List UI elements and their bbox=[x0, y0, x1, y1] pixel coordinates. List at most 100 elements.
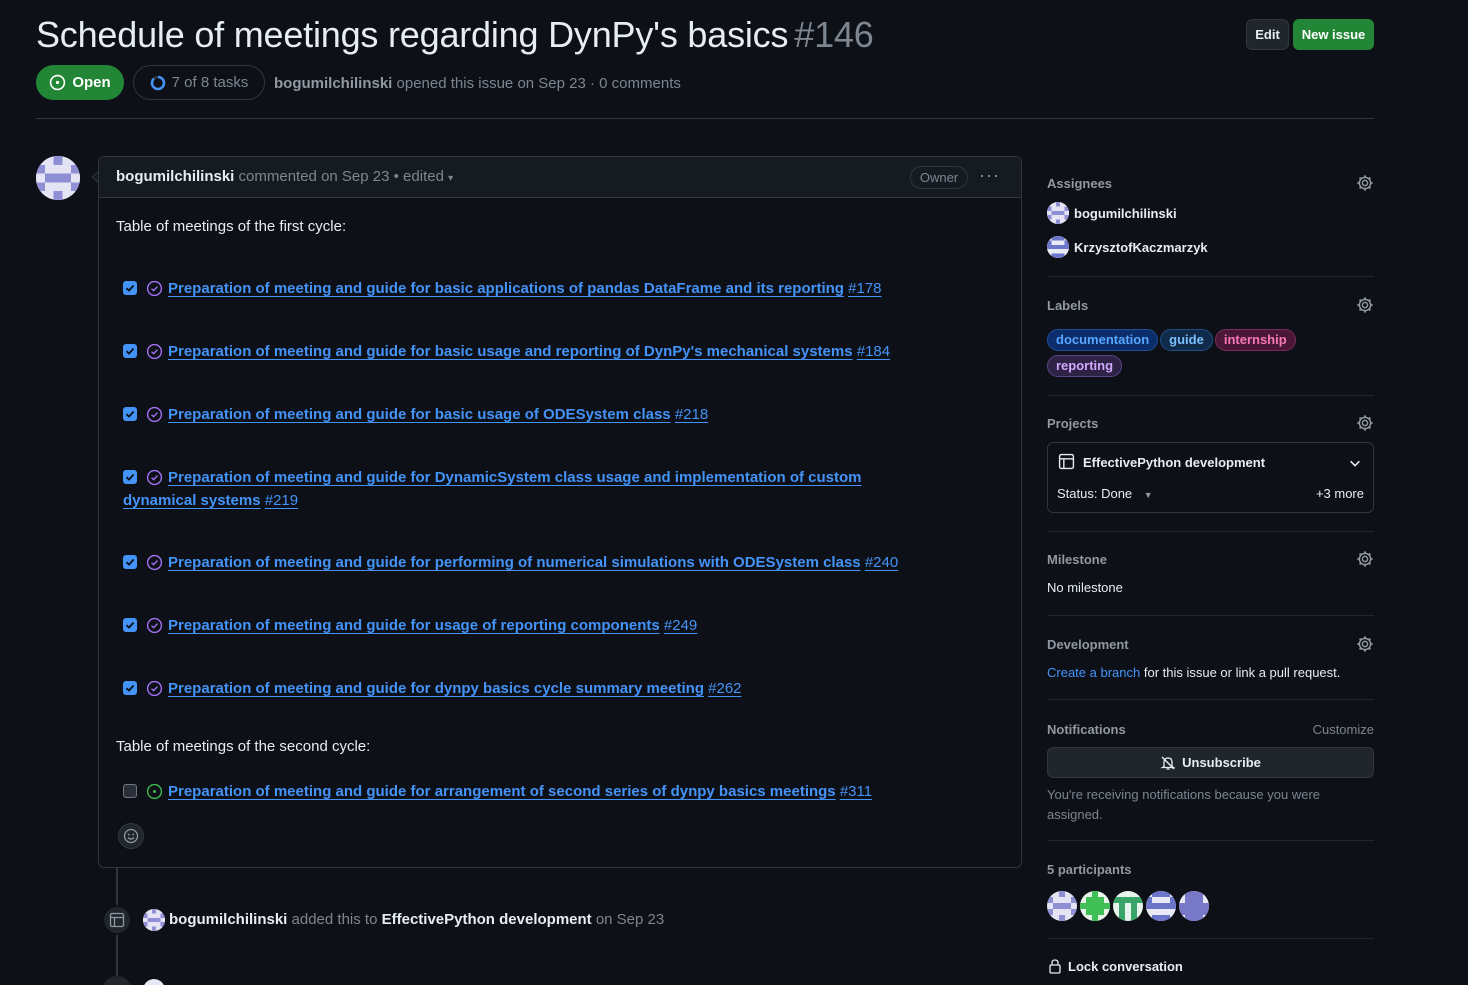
task-ref[interactable]: #218 bbox=[675, 406, 708, 423]
task-ref[interactable]: #240 bbox=[865, 554, 898, 571]
gear-icon[interactable] bbox=[1356, 296, 1374, 314]
state-badge: Open bbox=[36, 65, 124, 100]
task-ref[interactable]: #178 bbox=[848, 280, 881, 297]
development-heading[interactable]: Development bbox=[1047, 637, 1374, 652]
new-issue-button[interactable]: New issue bbox=[1293, 19, 1374, 50]
issue-meta: bogumilchilinski opened this issue on Se… bbox=[274, 75, 681, 92]
assignee-item[interactable]: bogumilchilinski bbox=[1047, 202, 1374, 224]
add-reaction-button[interactable] bbox=[118, 823, 144, 849]
avatar[interactable] bbox=[1179, 891, 1209, 921]
assignees-section: Assignees bogumilchilinski KrzysztofKacz… bbox=[1047, 174, 1374, 258]
task-ref[interactable]: #262 bbox=[708, 680, 741, 697]
comment-header: bogumilchilinski commented on Sep 23 • e… bbox=[99, 157, 1021, 198]
task-ref[interactable]: #219 bbox=[265, 492, 298, 509]
gear-icon[interactable] bbox=[1356, 550, 1374, 568]
label-internship[interactable]: internship bbox=[1214, 329, 1296, 351]
avatar[interactable] bbox=[36, 156, 80, 200]
second-cycle-heading: Table of meetings of the second cycle: bbox=[116, 738, 371, 755]
timeline-project[interactable]: EffectivePython development bbox=[382, 911, 592, 928]
task-link[interactable]: Preparation of meeting and guide for per… bbox=[168, 554, 861, 571]
task-checkbox[interactable] bbox=[123, 407, 137, 421]
issue-open-icon bbox=[146, 783, 163, 800]
edit-button[interactable]: Edit bbox=[1246, 19, 1289, 50]
issue-title: Schedule of meetings regarding DynPy's b… bbox=[36, 14, 874, 56]
assignees-heading[interactable]: Assignees bbox=[1047, 176, 1374, 191]
avatar[interactable] bbox=[1080, 891, 1110, 921]
assignee-item[interactable]: KrzysztofKaczmarzyk bbox=[1047, 236, 1374, 258]
task-checkbox[interactable] bbox=[123, 784, 137, 798]
issue-open-icon bbox=[50, 74, 66, 91]
project-name[interactable]: EffectivePython development bbox=[1083, 455, 1265, 470]
task-item: Preparation of meeting and guide for usa… bbox=[123, 614, 923, 637]
task-checkbox[interactable] bbox=[123, 681, 137, 695]
comment-author-link[interactable]: bogumilchilinski bbox=[116, 168, 234, 185]
issue-author-link[interactable]: bogumilchilinski bbox=[274, 75, 392, 92]
task-ref[interactable]: #249 bbox=[664, 617, 697, 634]
labels-list: documentation guide internship reporting bbox=[1047, 329, 1307, 381]
task-checkbox[interactable] bbox=[123, 344, 137, 358]
issue-number: #146 bbox=[794, 14, 874, 55]
label-documentation[interactable]: documentation bbox=[1047, 329, 1159, 351]
tasks-progress[interactable]: 7 of 8 tasks bbox=[133, 65, 265, 100]
avatar[interactable] bbox=[143, 909, 165, 931]
task-checkbox[interactable] bbox=[123, 618, 137, 632]
status-dropdown-icon: ▼ bbox=[1143, 490, 1153, 500]
task-link[interactable]: Preparation of meeting and guide for Dyn… bbox=[123, 469, 862, 509]
task-ref[interactable]: #184 bbox=[857, 343, 890, 360]
task-checkbox[interactable] bbox=[123, 555, 137, 569]
task-link[interactable]: Preparation of meeting and guide for bas… bbox=[168, 280, 844, 297]
task-link[interactable]: Preparation of meeting and guide for bas… bbox=[168, 343, 853, 360]
notifications-section: Notifications Customize bbox=[1047, 722, 1374, 737]
task-link[interactable]: Preparation of meeting and guide for bas… bbox=[168, 406, 671, 423]
edited-dropdown-icon[interactable]: ▾ bbox=[448, 173, 453, 184]
avatar[interactable] bbox=[143, 979, 165, 985]
timeline-actor[interactable]: bogumilchilinski bbox=[169, 911, 287, 928]
sidebar-divider bbox=[1047, 699, 1374, 700]
avatar[interactable] bbox=[1146, 891, 1176, 921]
assignee-name: bogumilchilinski bbox=[1074, 205, 1177, 221]
development-rest: for this issue or link a pull request. bbox=[1140, 665, 1341, 680]
avatar[interactable] bbox=[1047, 891, 1077, 921]
task-item: Preparation of meeting and guide for bas… bbox=[123, 340, 923, 363]
project-status[interactable]: Status: Done ▼ bbox=[1057, 486, 1153, 501]
lock-conversation-link[interactable]: Lock conversation bbox=[1047, 958, 1374, 974]
gear-icon[interactable] bbox=[1356, 635, 1374, 653]
task-link[interactable]: Preparation of meeting and guide for usa… bbox=[168, 617, 660, 634]
owner-badge: Owner bbox=[910, 166, 968, 189]
sidebar-divider bbox=[1047, 531, 1374, 532]
timeline-badge bbox=[102, 905, 132, 935]
customize-link[interactable]: Customize bbox=[1313, 722, 1374, 737]
sidebar-divider bbox=[1047, 276, 1374, 277]
chevron-down-icon[interactable] bbox=[1348, 456, 1362, 470]
unsubscribe-button[interactable]: Unsubscribe bbox=[1047, 747, 1374, 778]
labels-heading[interactable]: Labels bbox=[1047, 298, 1374, 313]
task-item: Preparation of meeting and guide for Dyn… bbox=[123, 466, 913, 512]
projects-section: Projects bbox=[1047, 414, 1374, 432]
issue-closed-icon bbox=[146, 406, 163, 423]
task-checkbox[interactable] bbox=[123, 281, 137, 295]
comment-header-meta[interactable]: commented on Sep 23 • edited bbox=[239, 168, 444, 185]
more-projects-link[interactable]: +3 more bbox=[1316, 486, 1364, 501]
smiley-icon bbox=[123, 828, 139, 844]
label-reporting[interactable]: reporting bbox=[1047, 355, 1123, 377]
create-branch-link[interactable]: Create a branch bbox=[1047, 665, 1140, 680]
label-guide[interactable]: guide bbox=[1160, 329, 1213, 351]
project-status-text: Status: Done bbox=[1057, 486, 1133, 501]
task-link[interactable]: Preparation of meeting and guide for dyn… bbox=[168, 680, 704, 697]
sidebar-divider bbox=[1047, 615, 1374, 616]
projects-heading[interactable]: Projects bbox=[1047, 416, 1374, 431]
task-ref[interactable]: #311 bbox=[840, 783, 872, 800]
avatar[interactable] bbox=[1113, 891, 1143, 921]
gear-icon[interactable] bbox=[1356, 414, 1374, 432]
sidebar-divider bbox=[1047, 938, 1374, 939]
task-link[interactable]: Preparation of meeting and guide for arr… bbox=[168, 783, 836, 800]
task-checkbox[interactable] bbox=[123, 470, 137, 484]
issue-closed-icon bbox=[146, 554, 163, 571]
milestone-heading[interactable]: Milestone bbox=[1047, 552, 1374, 567]
notifications-note: You're receiving notifications because y… bbox=[1047, 787, 1320, 822]
gear-icon[interactable] bbox=[1356, 174, 1374, 192]
more-options-icon[interactable]: ··· bbox=[979, 165, 1000, 186]
tasks-label: 7 of 8 tasks bbox=[171, 74, 249, 91]
task-item: Preparation of meeting and guide for bas… bbox=[123, 403, 923, 426]
project-card: EffectivePython development Status: Done… bbox=[1047, 442, 1374, 513]
